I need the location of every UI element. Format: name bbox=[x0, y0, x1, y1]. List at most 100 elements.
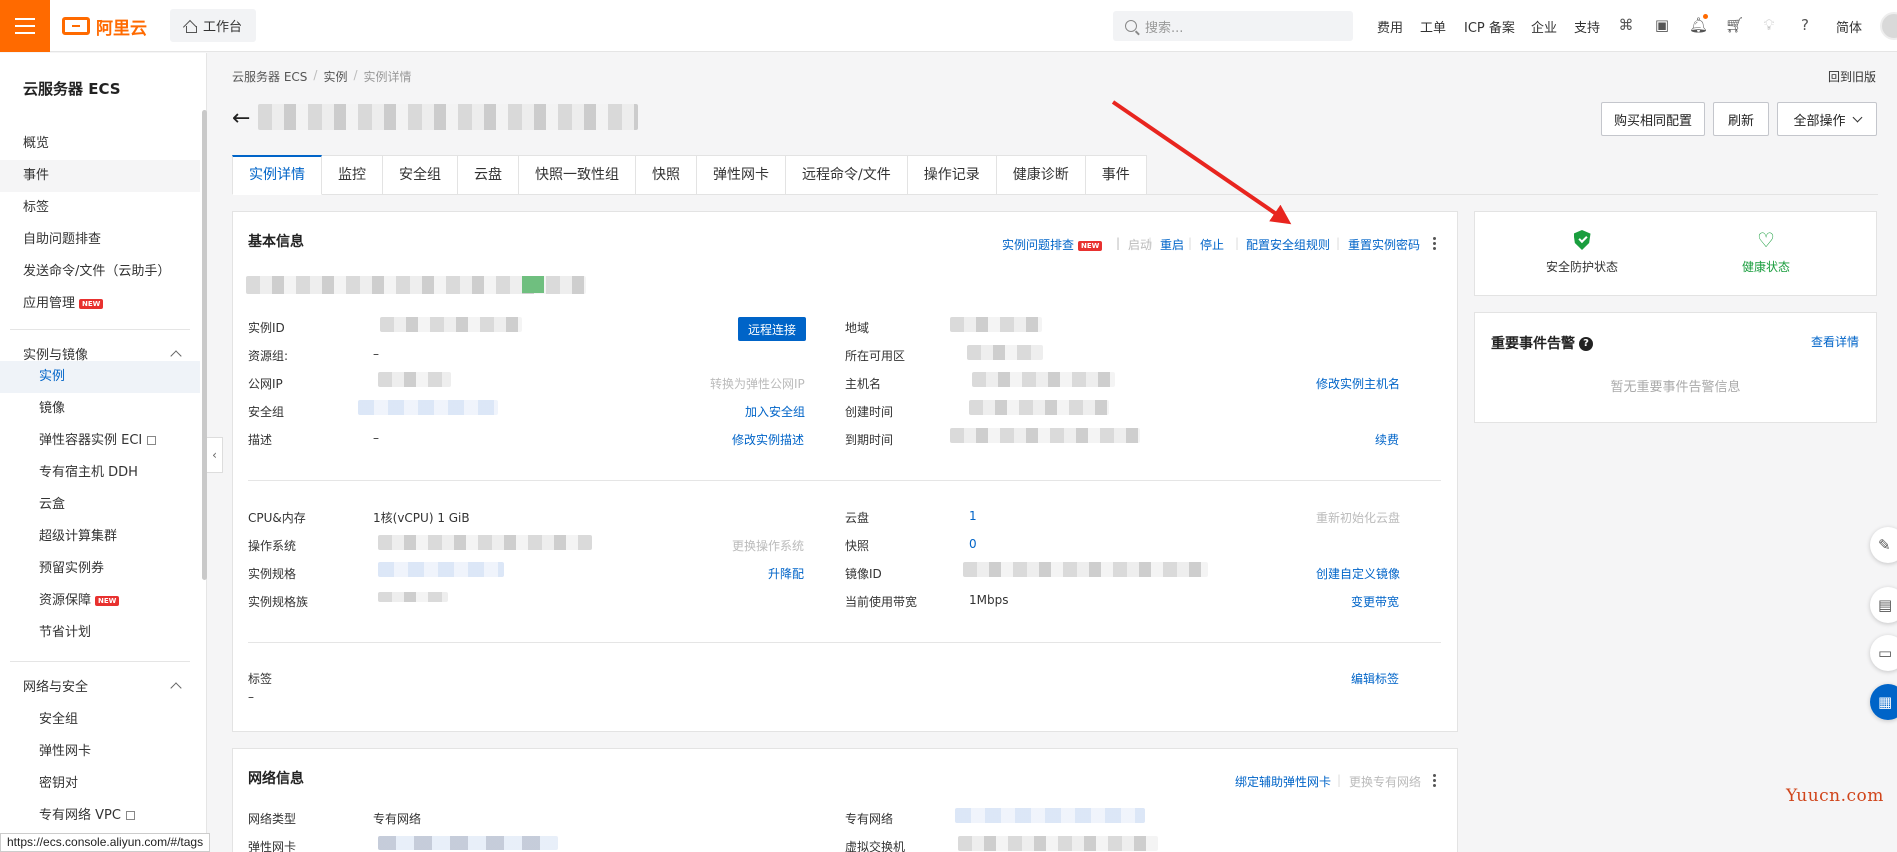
sidebar-item-security-groups[interactable]: 安全组 bbox=[0, 704, 200, 736]
chevron-down-icon bbox=[1852, 112, 1862, 122]
hamburger-menu-icon[interactable] bbox=[0, 0, 50, 52]
sidebar-item-eci[interactable]: 弹性容器实例 ECI bbox=[0, 425, 200, 457]
tab-security-groups[interactable]: 安全组 bbox=[383, 155, 458, 195]
lightbulb-icon[interactable]: 💡︎ bbox=[1760, 16, 1778, 34]
edit-feedback-icon[interactable]: ✎ bbox=[1870, 527, 1897, 563]
nav-enterprise[interactable]: 企业 bbox=[1531, 17, 1557, 36]
workbench-button[interactable]: 工作台 bbox=[170, 9, 257, 42]
code-icon[interactable]: ⌘ bbox=[1617, 16, 1635, 34]
basic-info-title: 基本信息 bbox=[248, 234, 304, 250]
sidebar-item-key-pairs[interactable]: 密钥对 bbox=[0, 768, 200, 800]
more-actions-icon[interactable] bbox=[1433, 774, 1436, 787]
network-info-title: 网络信息 bbox=[248, 771, 304, 787]
value-snapshots[interactable]: 0 bbox=[969, 537, 977, 551]
configure-security-group-rules-link[interactable]: 配置安全组规则 bbox=[1246, 236, 1330, 253]
label-disks: 云盘 bbox=[845, 511, 870, 525]
convert-eip-link[interactable]: 转换为弹性公网IP bbox=[710, 375, 805, 392]
label-os: 操作系统 bbox=[248, 539, 297, 553]
change-vpc-link[interactable]: 更换专有网络 bbox=[1349, 773, 1421, 790]
breadcrumb-ecs[interactable]: 云服务器 ECS bbox=[232, 68, 307, 85]
sidebar-item-cloudbox[interactable]: 云盒 bbox=[0, 489, 200, 521]
sidebar-item-reserved-instances[interactable]: 预留实例券 bbox=[0, 553, 200, 585]
apps-grid-icon[interactable]: ▦ bbox=[1870, 684, 1897, 720]
nav-support[interactable]: 支持 bbox=[1574, 17, 1600, 36]
sidebar-group-network-security[interactable]: 网络与安全 bbox=[0, 672, 200, 704]
redacted-instance-type bbox=[378, 562, 504, 577]
help-icon[interactable]: ? bbox=[1796, 16, 1814, 34]
bind-secondary-eni-link[interactable]: 绑定辅助弹性网卡 bbox=[1235, 773, 1331, 790]
sidebar-item-savings-plan[interactable]: 节省计划 bbox=[0, 617, 200, 649]
events-empty-text: 暂无重要事件告警信息 bbox=[1610, 380, 1741, 395]
edit-hostname-link[interactable]: 修改实例主机名 bbox=[1316, 375, 1400, 392]
label-vswitch: 虚拟交换机 bbox=[845, 840, 906, 852]
nav-icp[interactable]: ICP 备案 bbox=[1464, 17, 1515, 36]
chevron-up-icon bbox=[170, 682, 182, 694]
tab-snapshot-consistency-groups[interactable]: 快照一致性组 bbox=[519, 155, 636, 195]
sidebar-item-overview[interactable]: 概览 bbox=[0, 128, 200, 160]
sidebar-item-send-command[interactable]: 发送命令/文件（云助手） bbox=[0, 256, 200, 288]
sidebar-item-ddh[interactable]: 专有宿主机 DDH bbox=[0, 457, 200, 489]
sidebar-item-vpc[interactable]: 专有网络 VPC bbox=[0, 800, 200, 832]
change-os-link[interactable]: 更换操作系统 bbox=[732, 537, 804, 554]
view-details-link[interactable]: 查看详情 bbox=[1811, 333, 1859, 350]
label-network-type: 网络类型 bbox=[248, 812, 297, 826]
sidebar-item-app-management[interactable]: 应用管理 NEW bbox=[0, 288, 200, 320]
renew-link[interactable]: 续费 bbox=[1375, 431, 1399, 448]
search-icon bbox=[1125, 20, 1137, 32]
more-actions-icon[interactable] bbox=[1433, 237, 1436, 250]
remote-connect-button[interactable]: 远程连接 bbox=[738, 317, 806, 341]
reset-password-link[interactable]: 重置实例密码 bbox=[1348, 236, 1420, 253]
redacted-instance-family bbox=[378, 592, 448, 602]
troubleshoot-link[interactable]: 实例问题排查 NEW bbox=[1002, 236, 1103, 253]
stop-link[interactable]: 停止 bbox=[1200, 236, 1224, 253]
news-icon[interactable]: ▤ bbox=[1870, 587, 1897, 623]
search-input[interactable]: 搜索... bbox=[1113, 11, 1353, 41]
avatar[interactable] bbox=[1880, 12, 1897, 40]
refresh-button[interactable]: 刷新 bbox=[1713, 102, 1769, 136]
tab-eni[interactable]: 弹性网卡 bbox=[697, 155, 786, 195]
language-switch[interactable]: 简体 bbox=[1836, 17, 1862, 36]
chat-icon[interactable]: ▭ bbox=[1870, 635, 1897, 671]
buy-same-config-button[interactable]: 购买相同配置 bbox=[1601, 102, 1705, 136]
nav-tickets[interactable]: 工单 bbox=[1420, 17, 1446, 36]
tab-disks[interactable]: 云盘 bbox=[458, 155, 519, 195]
sidebar-item-resource-assurance[interactable]: 资源保障 NEW bbox=[0, 585, 200, 617]
aliyun-logo[interactable]: 阿里云 bbox=[62, 14, 147, 39]
tab-snapshots[interactable]: 快照 bbox=[636, 155, 697, 195]
sidebar-item-scc[interactable]: 超级计算集群 bbox=[0, 521, 200, 553]
back-arrow-icon[interactable]: ← bbox=[232, 108, 250, 130]
sidebar-item-eni[interactable]: 弹性网卡 bbox=[0, 736, 200, 768]
terminal-icon[interactable]: ▣ bbox=[1653, 16, 1671, 34]
edit-tags-link[interactable]: 编辑标签 bbox=[1351, 670, 1399, 687]
tab-monitoring[interactable]: 监控 bbox=[322, 155, 383, 195]
security-protection-status[interactable]: 安全防护状态 bbox=[1502, 230, 1662, 275]
sidebar: 云服务器 ECS 概览 事件 标签 自助问题排查 发送命令/文件（云助手） 应用… bbox=[0, 53, 207, 852]
tab-events[interactable]: 事件 bbox=[1085, 155, 1147, 195]
breadcrumb-instances[interactable]: 实例 bbox=[323, 68, 347, 85]
create-custom-image-link[interactable]: 创建自定义镜像 bbox=[1316, 565, 1400, 582]
health-status[interactable]: ♡ 健康状态 bbox=[1686, 230, 1846, 275]
sidebar-collapse-button[interactable]: ‹ bbox=[207, 437, 223, 473]
restart-link[interactable]: 重启 bbox=[1160, 236, 1184, 253]
sidebar-scrollbar[interactable] bbox=[202, 110, 207, 580]
all-actions-dropdown[interactable]: 全部操作 bbox=[1777, 102, 1877, 136]
sidebar-item-events[interactable]: 事件 bbox=[0, 160, 200, 192]
back-to-old-version-link[interactable]: 回到旧版 bbox=[1828, 68, 1876, 85]
sidebar-item-instances[interactable]: 实例 bbox=[0, 361, 200, 393]
sidebar-item-images[interactable]: 镜像 bbox=[0, 393, 200, 425]
join-security-group-link[interactable]: 加入安全组 bbox=[745, 403, 805, 420]
cart-icon[interactable]: 🛒︎ bbox=[1725, 16, 1744, 34]
sidebar-item-troubleshoot[interactable]: 自助问题排查 bbox=[0, 224, 200, 256]
sidebar-item-tags[interactable]: 标签 bbox=[0, 192, 200, 224]
nav-fees[interactable]: 费用 bbox=[1377, 17, 1403, 36]
tab-health-diagnosis[interactable]: 健康诊断 bbox=[996, 155, 1086, 195]
tab-operation-logs[interactable]: 操作记录 bbox=[907, 155, 997, 195]
edit-description-link[interactable]: 修改实例描述 bbox=[732, 431, 804, 448]
upgrade-downgrade-link[interactable]: 升降配 bbox=[768, 565, 804, 582]
tab-remote-commands[interactable]: 远程命令/文件 bbox=[786, 155, 908, 195]
change-bandwidth-link[interactable]: 变更带宽 bbox=[1351, 593, 1399, 610]
help-icon[interactable]: ? bbox=[1579, 337, 1593, 351]
reinit-disk-link[interactable]: 重新初始化云盘 bbox=[1316, 509, 1400, 526]
tab-instance-details[interactable]: 实例详情 bbox=[232, 155, 322, 195]
value-disks[interactable]: 1 bbox=[969, 509, 977, 523]
